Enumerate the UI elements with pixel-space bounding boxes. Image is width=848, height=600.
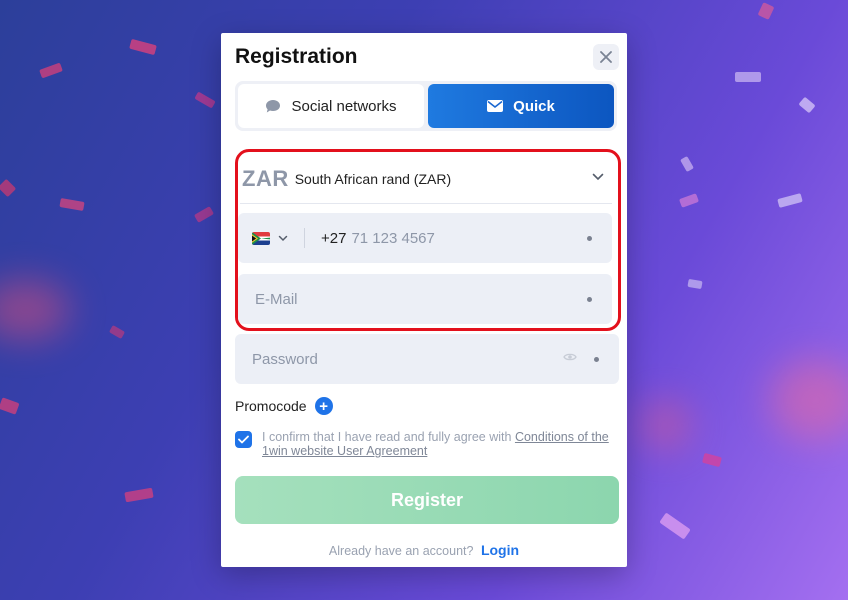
envelope-icon [487, 100, 504, 112]
login-row: Already have an account? Login [221, 542, 627, 558]
phone-input[interactable]: 71 123 4567 [351, 230, 434, 247]
currency-name: South African rand (ZAR) [294, 171, 452, 187]
email-field[interactable]: E-Mail [238, 274, 612, 324]
currency-code: ZAR [242, 166, 289, 191]
chat-bubble-icon [266, 99, 281, 112]
modal-title: Registration [235, 45, 358, 68]
close-icon[interactable] [600, 51, 612, 63]
south-africa-flag-icon[interactable] [252, 231, 270, 245]
agreement-row: I confirm that I have read and fully agr… [235, 430, 615, 458]
registration-modal: Registration Social networks Quick ZAR S… [221, 33, 627, 567]
tab-quick-label: Quick [513, 97, 555, 115]
registration-tabs: Social networks Quick [235, 81, 617, 131]
promocode-row[interactable]: Promocode + [235, 397, 333, 415]
eye-icon[interactable] [563, 352, 577, 362]
field-divider [304, 228, 305, 248]
tab-social-networks[interactable]: Social networks [238, 84, 424, 128]
login-prompt: Already have an account? [328, 544, 474, 558]
tab-quick[interactable]: Quick [428, 84, 614, 128]
check-icon [238, 435, 249, 444]
promocode-label: Promocode [235, 398, 307, 414]
password-placeholder: Password [252, 350, 318, 368]
agreement-checkbox[interactable] [235, 431, 252, 448]
chevron-down-icon [592, 173, 604, 181]
add-promocode-icon[interactable]: + [314, 397, 333, 415]
close-button[interactable] [593, 44, 619, 70]
country-chevron-icon[interactable] [278, 235, 288, 242]
email-placeholder: E-Mail [255, 290, 298, 308]
required-dot [587, 235, 592, 241]
login-link[interactable]: Login [481, 542, 519, 558]
phone-field[interactable]: +27 71 123 4567 [238, 213, 612, 263]
required-dot [587, 296, 592, 302]
agreement-statement: I confirm that I have read and fully agr… [262, 430, 512, 444]
register-button[interactable]: Register [235, 476, 619, 524]
dial-code: +27 [321, 229, 347, 247]
required-dot [594, 356, 599, 362]
password-field[interactable]: Password [235, 334, 619, 384]
tab-social-label: Social networks [291, 97, 397, 115]
agreement-text: I confirm that I have read and fully agr… [262, 430, 615, 458]
currency-select[interactable]: ZAR South African rand (ZAR) [240, 155, 612, 204]
